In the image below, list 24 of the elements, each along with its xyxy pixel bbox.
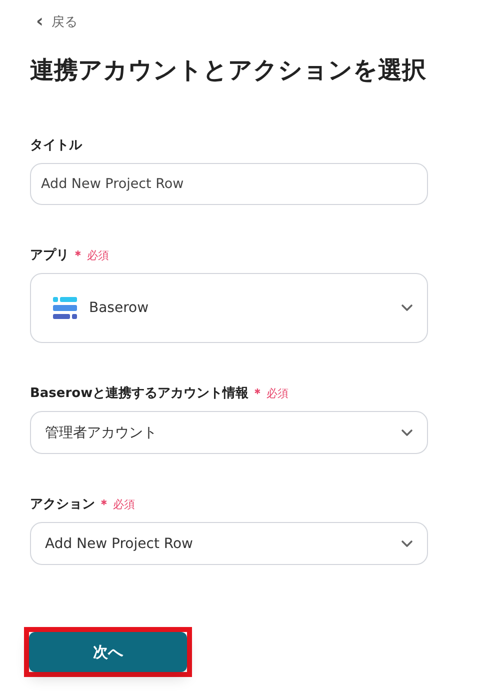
chevron-down-icon xyxy=(401,428,413,436)
required-label: 必須 xyxy=(87,248,109,262)
title-input[interactable]: Add New Project Row xyxy=(30,163,428,205)
chevron-down-icon xyxy=(401,304,413,312)
field-label: アクション xyxy=(30,496,95,513)
back-link[interactable]: ‹ 戻る xyxy=(36,12,78,32)
dropdown-value: Add New Project Row xyxy=(45,536,194,552)
required-label: 必須 xyxy=(113,496,135,512)
field-label: タイトル xyxy=(30,137,82,154)
dropdown-value: 管理者アカウント xyxy=(45,424,157,442)
required-mark: ＊ xyxy=(98,496,110,512)
field-label: Baserowと連携するアカウント情報 xyxy=(30,384,249,402)
chevron-down-icon xyxy=(401,540,413,548)
app-logo-icon xyxy=(53,296,77,320)
field-label: アプリ xyxy=(30,246,69,264)
next-button[interactable]: 次へ xyxy=(29,632,187,672)
page-title: 連携アカウントとアクションを選択 xyxy=(30,55,427,86)
required-mark: ＊ xyxy=(252,384,264,402)
required-mark: ＊ xyxy=(72,246,84,264)
dropdown[interactable]: Add New Project Row xyxy=(30,522,428,565)
app-select[interactable]: Baserow xyxy=(30,273,428,343)
dropdown[interactable]: 管理者アカウント xyxy=(30,411,428,454)
app-name: Baserow xyxy=(89,300,149,316)
required-label: 必須 xyxy=(266,386,289,400)
